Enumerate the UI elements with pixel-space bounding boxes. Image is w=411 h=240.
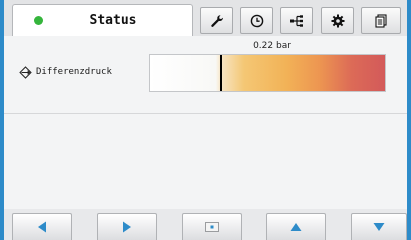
pressure-gauge — [149, 54, 386, 92]
pressure-value: 0.22 bar — [253, 41, 291, 51]
nav-down-button[interactable] — [351, 213, 407, 240]
status-content: 0.22 bar Differenzdruck — [4, 36, 407, 209]
gauge-marker — [219, 55, 222, 91]
network-tree-icon — [289, 14, 303, 27]
tab-status-label: Status — [89, 13, 137, 28]
center-dot-icon — [205, 222, 219, 232]
sensor-label: Differenzdruck — [36, 67, 112, 77]
tab-documents[interactable] — [361, 7, 401, 34]
tab-service[interactable] — [200, 7, 233, 34]
arrow-down-icon — [373, 223, 385, 231]
nav-left-button[interactable] — [12, 213, 72, 240]
tab-settings[interactable] — [321, 7, 354, 34]
arrow-up-icon — [290, 223, 302, 231]
tab-status[interactable]: Status — [12, 4, 193, 36]
tab-network[interactable] — [280, 7, 313, 34]
tab-timer[interactable] — [240, 7, 273, 34]
bottom-nav — [4, 209, 407, 240]
document-icon — [375, 13, 387, 28]
gauge-gradient — [150, 55, 385, 91]
pressure-sensor-icon — [19, 66, 32, 79]
arrow-right-icon — [123, 221, 131, 233]
arrow-left-icon — [38, 221, 46, 233]
wrench-icon — [210, 14, 223, 27]
clock-icon — [250, 14, 263, 27]
gear-icon — [331, 14, 344, 27]
nav-center-button[interactable] — [182, 213, 242, 240]
nav-up-button[interactable] — [266, 213, 326, 240]
status-indicator-icon — [34, 16, 43, 25]
tab-bar: Status — [4, 0, 407, 36]
status-screen: Status 0.22 bar Differenzdruck — [0, 0, 411, 240]
nav-right-button[interactable] — [97, 213, 157, 240]
row-divider — [4, 113, 407, 114]
